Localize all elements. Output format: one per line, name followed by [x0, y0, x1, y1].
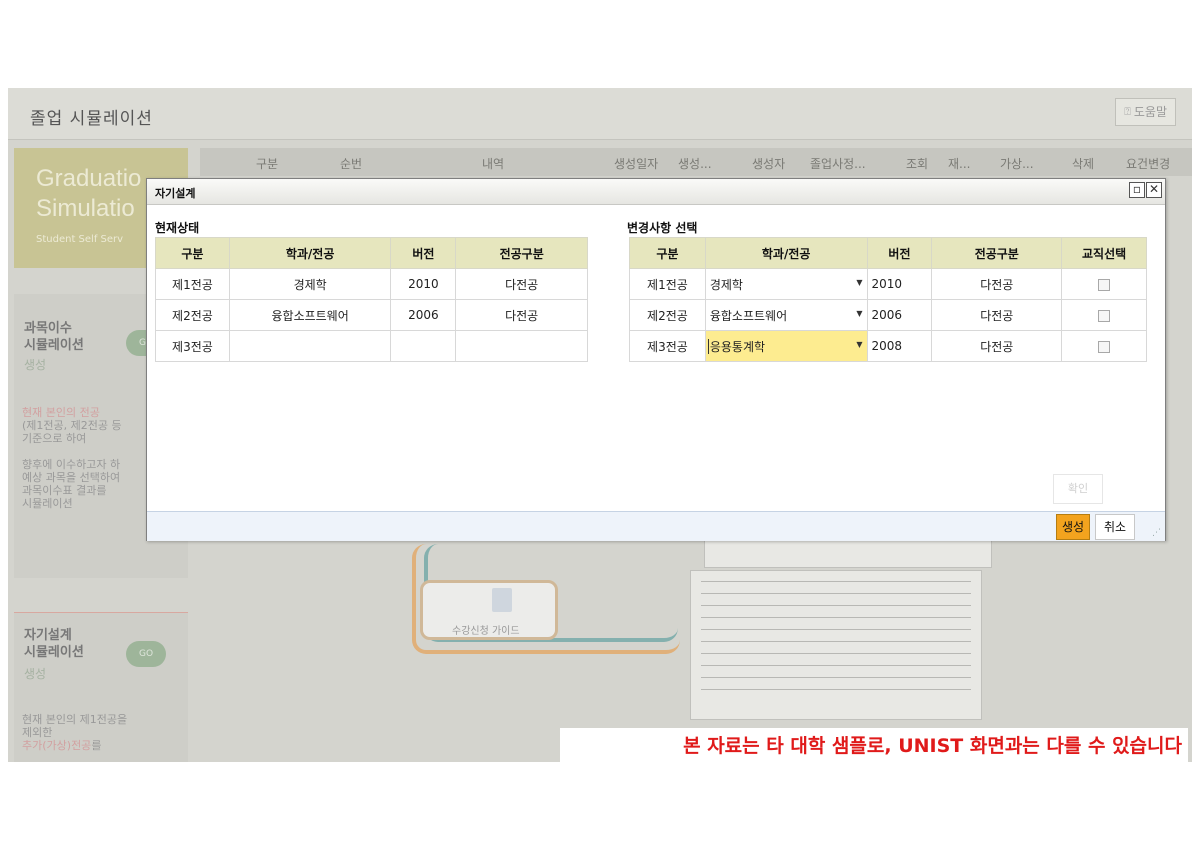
table-row[interactable]: 제2전공 융합소프트웨어 ▼ 2006 다전공: [629, 299, 1147, 331]
maximize-icon[interactable]: ▫: [1129, 182, 1145, 198]
col-header: 버전: [866, 237, 933, 269]
cell-category: 다전공: [455, 299, 588, 331]
close-icon[interactable]: ✕: [1146, 182, 1162, 198]
self-sim-create-link[interactable]: 생성: [24, 665, 46, 682]
change-selection-label: 변경사항 선택: [627, 221, 698, 235]
col-header: 버전: [390, 237, 457, 269]
sample-document: [690, 570, 982, 720]
cell-version: 2006: [390, 299, 457, 331]
col-header: 학과/전공: [228, 237, 392, 269]
dialog-footer: ⋰: [147, 511, 1165, 541]
confirm-button[interactable]: 확인: [1053, 474, 1103, 504]
course-sim-description: 현재 본인의 전공 (제1전공, 제2전공 등 기준으로 하여 향후에 이수하고…: [22, 406, 122, 510]
cell-category: 다전공: [931, 330, 1063, 362]
col-header: 전공구분: [931, 237, 1063, 269]
grid-header-cell: 가상...: [1000, 157, 1034, 171]
dropdown-arrow-icon[interactable]: ▼: [856, 340, 862, 349]
banner-subtitle: Student Self Serv: [36, 234, 124, 245]
document-icon: [492, 588, 512, 612]
col-header: 구분: [155, 237, 230, 269]
major-select-active[interactable]: 응용통계학 ▼: [704, 330, 868, 362]
table-row[interactable]: 제2전공 융합소프트웨어 2006 다전공: [155, 299, 588, 331]
self-sim-card: 자기설계 시뮬레이션 생성 GO 현재 본인의 제1전공을 제외한 추가(가상)…: [14, 612, 188, 762]
grid-header-cell: 요건변경: [1126, 157, 1171, 171]
teaching-cell: [1061, 268, 1147, 300]
current-status-label: 현재상태: [155, 221, 200, 235]
app-header: 졸업 시뮬레이션 ⍰ 도움말: [8, 88, 1192, 140]
dialog-titlebar[interactable]: 자기설계 ▫ ✕: [147, 179, 1165, 205]
cancel-button[interactable]: 취소: [1095, 514, 1135, 540]
cell-type: 제1전공: [155, 268, 230, 300]
change-selection-table: 구분 학과/전공 버전 전공구분 교직선택 제1전공 경제학 ▼ 2010 다전…: [629, 237, 1147, 362]
grid-header-cell: 내역: [482, 157, 505, 171]
course-sim-create-link[interactable]: 생성: [24, 356, 46, 373]
major-select-value: 융합소프트웨어: [709, 308, 788, 323]
grid-header-cell: 조회: [906, 157, 929, 171]
grid-header-cell: 생성...: [678, 157, 712, 171]
cell-version: 2008: [866, 330, 933, 362]
table-row[interactable]: 제1전공 경제학 2010 다전공: [155, 268, 588, 300]
grid-header-cell: 생성자: [752, 157, 786, 171]
col-header: 교직선택: [1061, 237, 1147, 269]
cell-category: 다전공: [931, 299, 1063, 331]
disclaimer-notice: 본 자료는 타 대학 샘플로, UNIST 화면과는 다를 수 있습니다: [560, 728, 1188, 764]
cell-type: 제2전공: [629, 299, 706, 331]
col-header: 학과/전공: [704, 237, 868, 269]
cell-category: 다전공: [931, 268, 1063, 300]
dropdown-arrow-icon[interactable]: ▼: [856, 309, 862, 318]
dropdown-arrow-icon[interactable]: ▼: [856, 278, 862, 287]
self-sim-title: 자기설계 시뮬레이션: [24, 628, 84, 660]
course-guide-label: 수강신청 가이드: [452, 626, 520, 637]
teaching-checkbox[interactable]: [1098, 309, 1111, 322]
grid-header-cell: 재...: [948, 157, 971, 171]
major-select-value: 응용통계학: [709, 339, 766, 354]
grid-header-cell: 구분: [256, 157, 279, 171]
course-sim-title: 과목이수 시뮬레이션: [24, 321, 84, 353]
grid-header-cell: 순번: [340, 157, 363, 171]
cell-major: 경제학: [228, 268, 392, 300]
help-button[interactable]: ⍰ 도움말: [1115, 98, 1176, 126]
cell-version: 2006: [866, 299, 933, 331]
sample-document: [704, 538, 992, 568]
cell-version: 2010: [390, 268, 457, 300]
major-select[interactable]: 경제학 ▼: [704, 268, 868, 300]
self-design-dialog: 자기설계 ▫ ✕ 현재상태 변경사항 선택 구분 학과/전공 버전 전공구분 제…: [146, 178, 1166, 541]
cell-version: 2010: [866, 268, 933, 300]
table-row[interactable]: 제1전공 경제학 ▼ 2010 다전공: [629, 268, 1147, 300]
cell-version: [390, 330, 457, 362]
teaching-checkbox[interactable]: [1098, 278, 1111, 291]
cell-type: 제3전공: [629, 330, 706, 362]
cell-type: 제3전공: [155, 330, 230, 362]
history-grid-header: 구분 순번 내역 생성일자 생성... 생성자 졸업사정... 조회 재... …: [200, 148, 1192, 176]
teaching-cell: [1061, 330, 1147, 362]
cell-category: 다전공: [455, 268, 588, 300]
teaching-cell: [1061, 299, 1147, 331]
cell-major: [228, 330, 392, 362]
self-sim-go-button[interactable]: GO: [126, 641, 166, 667]
banner-title: Graduatio Simulatio: [36, 165, 142, 222]
grid-header-cell: 생성일자: [614, 157, 659, 171]
current-status-table: 구분 학과/전공 버전 전공구분 제1전공 경제학 2010 다전공 제2전공 …: [155, 237, 588, 362]
major-select-value: 경제학: [709, 277, 743, 292]
col-header: 전공구분: [455, 237, 588, 269]
cell-type: 제2전공: [155, 299, 230, 331]
col-header: 구분: [629, 237, 706, 269]
resize-grip-icon[interactable]: ⋰: [1152, 528, 1161, 538]
grid-header-cell: 졸업사정...: [810, 157, 866, 171]
cell-category: [455, 330, 588, 362]
help-label: 도움말: [1133, 105, 1167, 119]
cell-type: 제1전공: [629, 268, 706, 300]
self-sim-description: 현재 본인의 제1전공을 제외한 추가(가상)전공를: [22, 713, 128, 752]
table-row[interactable]: 제3전공: [155, 330, 588, 362]
dialog-title: 자기설계: [155, 187, 196, 200]
create-button[interactable]: 생성: [1056, 514, 1090, 540]
help-icon: ⍰: [1124, 105, 1131, 118]
grid-header-cell: 삭제: [1072, 157, 1095, 171]
app-title: 졸업 시뮬레이션: [30, 109, 153, 129]
major-select[interactable]: 융합소프트웨어 ▼: [704, 299, 868, 331]
table-row[interactable]: 제3전공 응용통계학 ▼ 2008 다전공: [629, 330, 1147, 362]
cell-major: 융합소프트웨어: [228, 299, 392, 331]
teaching-checkbox[interactable]: [1098, 340, 1111, 353]
